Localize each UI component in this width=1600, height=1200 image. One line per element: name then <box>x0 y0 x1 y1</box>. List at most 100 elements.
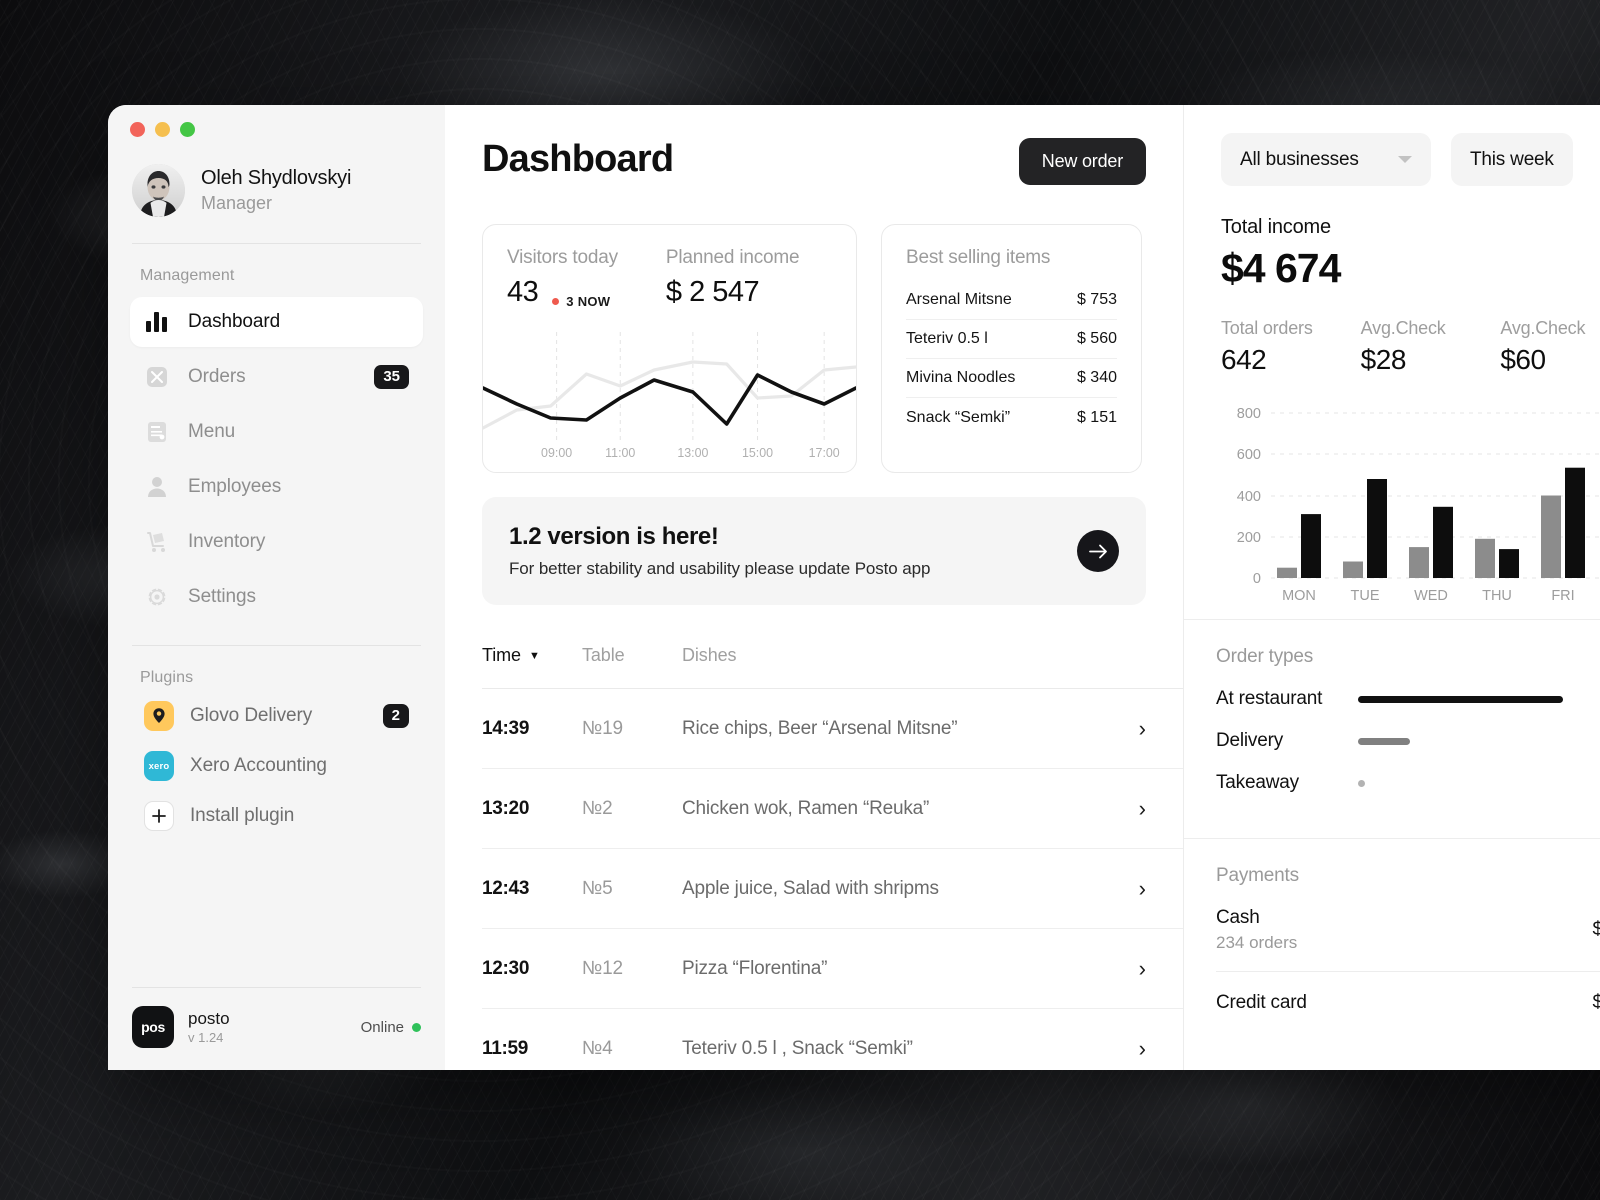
svg-text:MON: MON <box>1282 588 1316 603</box>
column-header-time[interactable]: Time ▼ <box>482 645 582 666</box>
order-dishes: Chicken wok, Ramen “Reuka” <box>682 797 930 819</box>
column-header-dishes: Dishes <box>682 645 737 665</box>
svg-text:TUE: TUE <box>1351 588 1380 603</box>
planned-income-stat: Planned income $ 2 547 <box>665 247 800 309</box>
order-dishes: Rice chips, Beer “Arsenal Mitsne” <box>682 717 958 739</box>
sidebar-item-label: Menu <box>188 421 236 442</box>
window-controls[interactable] <box>108 105 445 137</box>
payment-row: Credit card $ 135 <box>1216 972 1600 1032</box>
total-income-label: Total income <box>1221 216 1331 238</box>
visitors-stat: Visitors today 43 3 NOW <box>507 247 618 309</box>
posto-logo-icon: pos <box>132 1006 174 1048</box>
banner-subtitle: For better stability and usability pleas… <box>509 559 931 578</box>
payments-section: Payments Cash 234 orders $ 345 Credit ca… <box>1184 839 1600 1032</box>
arrow-right-icon[interactable] <box>1077 530 1119 572</box>
bar-chart-icon <box>144 309 170 335</box>
chevron-right-icon[interactable]: › <box>1139 716 1146 742</box>
order-table: №5 <box>582 877 613 899</box>
status-dot-icon <box>412 1022 421 1032</box>
sidebar-item-label: Inventory <box>188 531 266 552</box>
sidebar-footer: pos posto v 1.24 Online <box>108 988 445 1070</box>
kpi-avg-check-secondary: Avg.Check $60 <box>1500 318 1600 376</box>
sidebar-item-settings[interactable]: Settings <box>130 572 423 622</box>
svg-text:FRI: FRI <box>1551 588 1574 603</box>
sidebar-item-employees[interactable]: Employees <box>130 462 423 512</box>
table-row[interactable]: 14:39 №19 Rice chips, Beer “Arsenal Mits… <box>482 689 1183 769</box>
plugins-section-label: Plugins <box>140 669 194 686</box>
cutlery-icon <box>144 364 170 390</box>
avatar <box>132 164 185 217</box>
sidebar-item-inventory[interactable]: Inventory <box>130 517 423 567</box>
sidebar-item-menu[interactable]: Menu <box>130 407 423 457</box>
order-table: №12 <box>582 957 623 979</box>
total-income-block: Total income $4 674 from <box>1184 186 1600 292</box>
maximize-window-button[interactable] <box>180 122 195 137</box>
trolley-icon <box>144 529 170 555</box>
sidebar-item-label: Settings <box>188 586 256 607</box>
table-row[interactable]: 13:20 №2 Chicken wok, Ramen “Reuka” › <box>482 769 1183 849</box>
table-row[interactable]: 11:59 №4 Teteriv 0.5 l , Snack “Semki” › <box>482 1009 1183 1070</box>
item-name: Teteriv 0.5 l <box>906 330 988 347</box>
plugin-badge: 2 <box>382 703 409 729</box>
item-price: $ 753 <box>1076 291 1117 308</box>
banner-title: 1.2 version is here! <box>509 523 719 550</box>
stat-cards-row: Visitors today 43 3 NOW Planned income $… <box>482 224 1146 473</box>
chevron-right-icon[interactable]: › <box>1139 1036 1146 1062</box>
payment-row: Cash 234 orders $ 345 <box>1216 887 1600 972</box>
kpi-row: Total orders 642 Avg.Check $28 Avg.Check… <box>1184 292 1600 376</box>
list-item: Mivina Noodles $ 340 <box>906 359 1117 398</box>
chevron-right-icon[interactable]: › <box>1139 956 1146 982</box>
visitors-label: Visitors today <box>507 247 618 268</box>
svg-text:17:00: 17:00 <box>809 446 840 460</box>
table-row[interactable]: 12:30 №12 Pizza “Florentina” › <box>482 929 1183 1009</box>
order-time: 12:30 <box>482 957 530 979</box>
order-table: №4 <box>582 1037 613 1059</box>
plugin-label: Install plugin <box>190 805 295 826</box>
live-dot-icon <box>552 298 560 305</box>
best-selling-card: Best selling items Arsenal Mitsne $ 753 … <box>881 224 1142 473</box>
list-item: Snack “Semki” $ 151 <box>906 398 1117 437</box>
svg-text:0: 0 <box>1253 571 1261 587</box>
kpi-label: Avg.Check <box>1360 318 1446 338</box>
sidebar-item-dashboard[interactable]: Dashboard <box>130 297 423 347</box>
svg-text:600: 600 <box>1237 447 1261 463</box>
order-time: 11:59 <box>482 1037 529 1059</box>
orders-table-header: Time ▼ Table Dishes <box>482 645 1183 689</box>
plugin-item-install[interactable]: Install plugin <box>130 791 423 841</box>
order-time: 13:20 <box>482 797 530 819</box>
new-order-button[interactable]: New order <box>1018 138 1146 185</box>
svg-text:15:00: 15:00 <box>742 446 773 460</box>
main-navigation: Dashboard Orders 35 Menu Employees Inven… <box>108 285 445 627</box>
person-icon <box>144 474 170 500</box>
column-label: Time <box>482 645 521 665</box>
kpi-avg-check: Avg.Check $28 <box>1361 318 1501 376</box>
status-label: Online <box>360 1018 404 1036</box>
order-type-label: Delivery <box>1216 730 1284 751</box>
order-type-label: Takeaway <box>1216 772 1299 793</box>
svg-text:800: 800 <box>1237 406 1261 422</box>
menu-document-icon <box>144 419 170 445</box>
order-type-row: Takeaway <box>1216 772 1600 794</box>
chevron-right-icon[interactable]: › <box>1139 796 1146 822</box>
period-filter-dropdown[interactable]: This week <box>1451 133 1573 186</box>
sidebar-item-label: Dashboard <box>188 311 281 332</box>
order-type-row: Delivery <box>1216 730 1600 752</box>
plugin-item-xero[interactable]: xero Xero Accounting <box>130 741 423 791</box>
svg-text:200: 200 <box>1237 530 1261 546</box>
planned-income-value: $ 2 547 <box>665 276 760 308</box>
kpi-total-orders: Total orders 642 <box>1221 318 1361 376</box>
table-row[interactable]: 12:43 №5 Apple juice, Salad with shripms… <box>482 849 1183 929</box>
user-profile[interactable]: Oleh Shydlovskyi Manager <box>108 137 445 217</box>
chevron-right-icon[interactable]: › <box>1139 876 1146 902</box>
minimize-window-button[interactable] <box>155 122 170 137</box>
plugin-item-glovo[interactable]: Glovo Delivery 2 <box>130 691 423 741</box>
visitors-value: 43 <box>507 276 539 308</box>
status-badge: Online <box>361 1019 421 1036</box>
kpi-value: 642 <box>1221 344 1267 375</box>
sort-caret-icon: ▼ <box>528 649 540 662</box>
business-filter-dropdown[interactable]: All businesses <box>1221 133 1431 186</box>
close-window-button[interactable] <box>130 122 145 137</box>
best-selling-title: Best selling items <box>906 247 1051 268</box>
sidebar-item-orders[interactable]: Orders 35 <box>130 352 423 402</box>
kpi-label: Avg.Check <box>1500 318 1586 338</box>
